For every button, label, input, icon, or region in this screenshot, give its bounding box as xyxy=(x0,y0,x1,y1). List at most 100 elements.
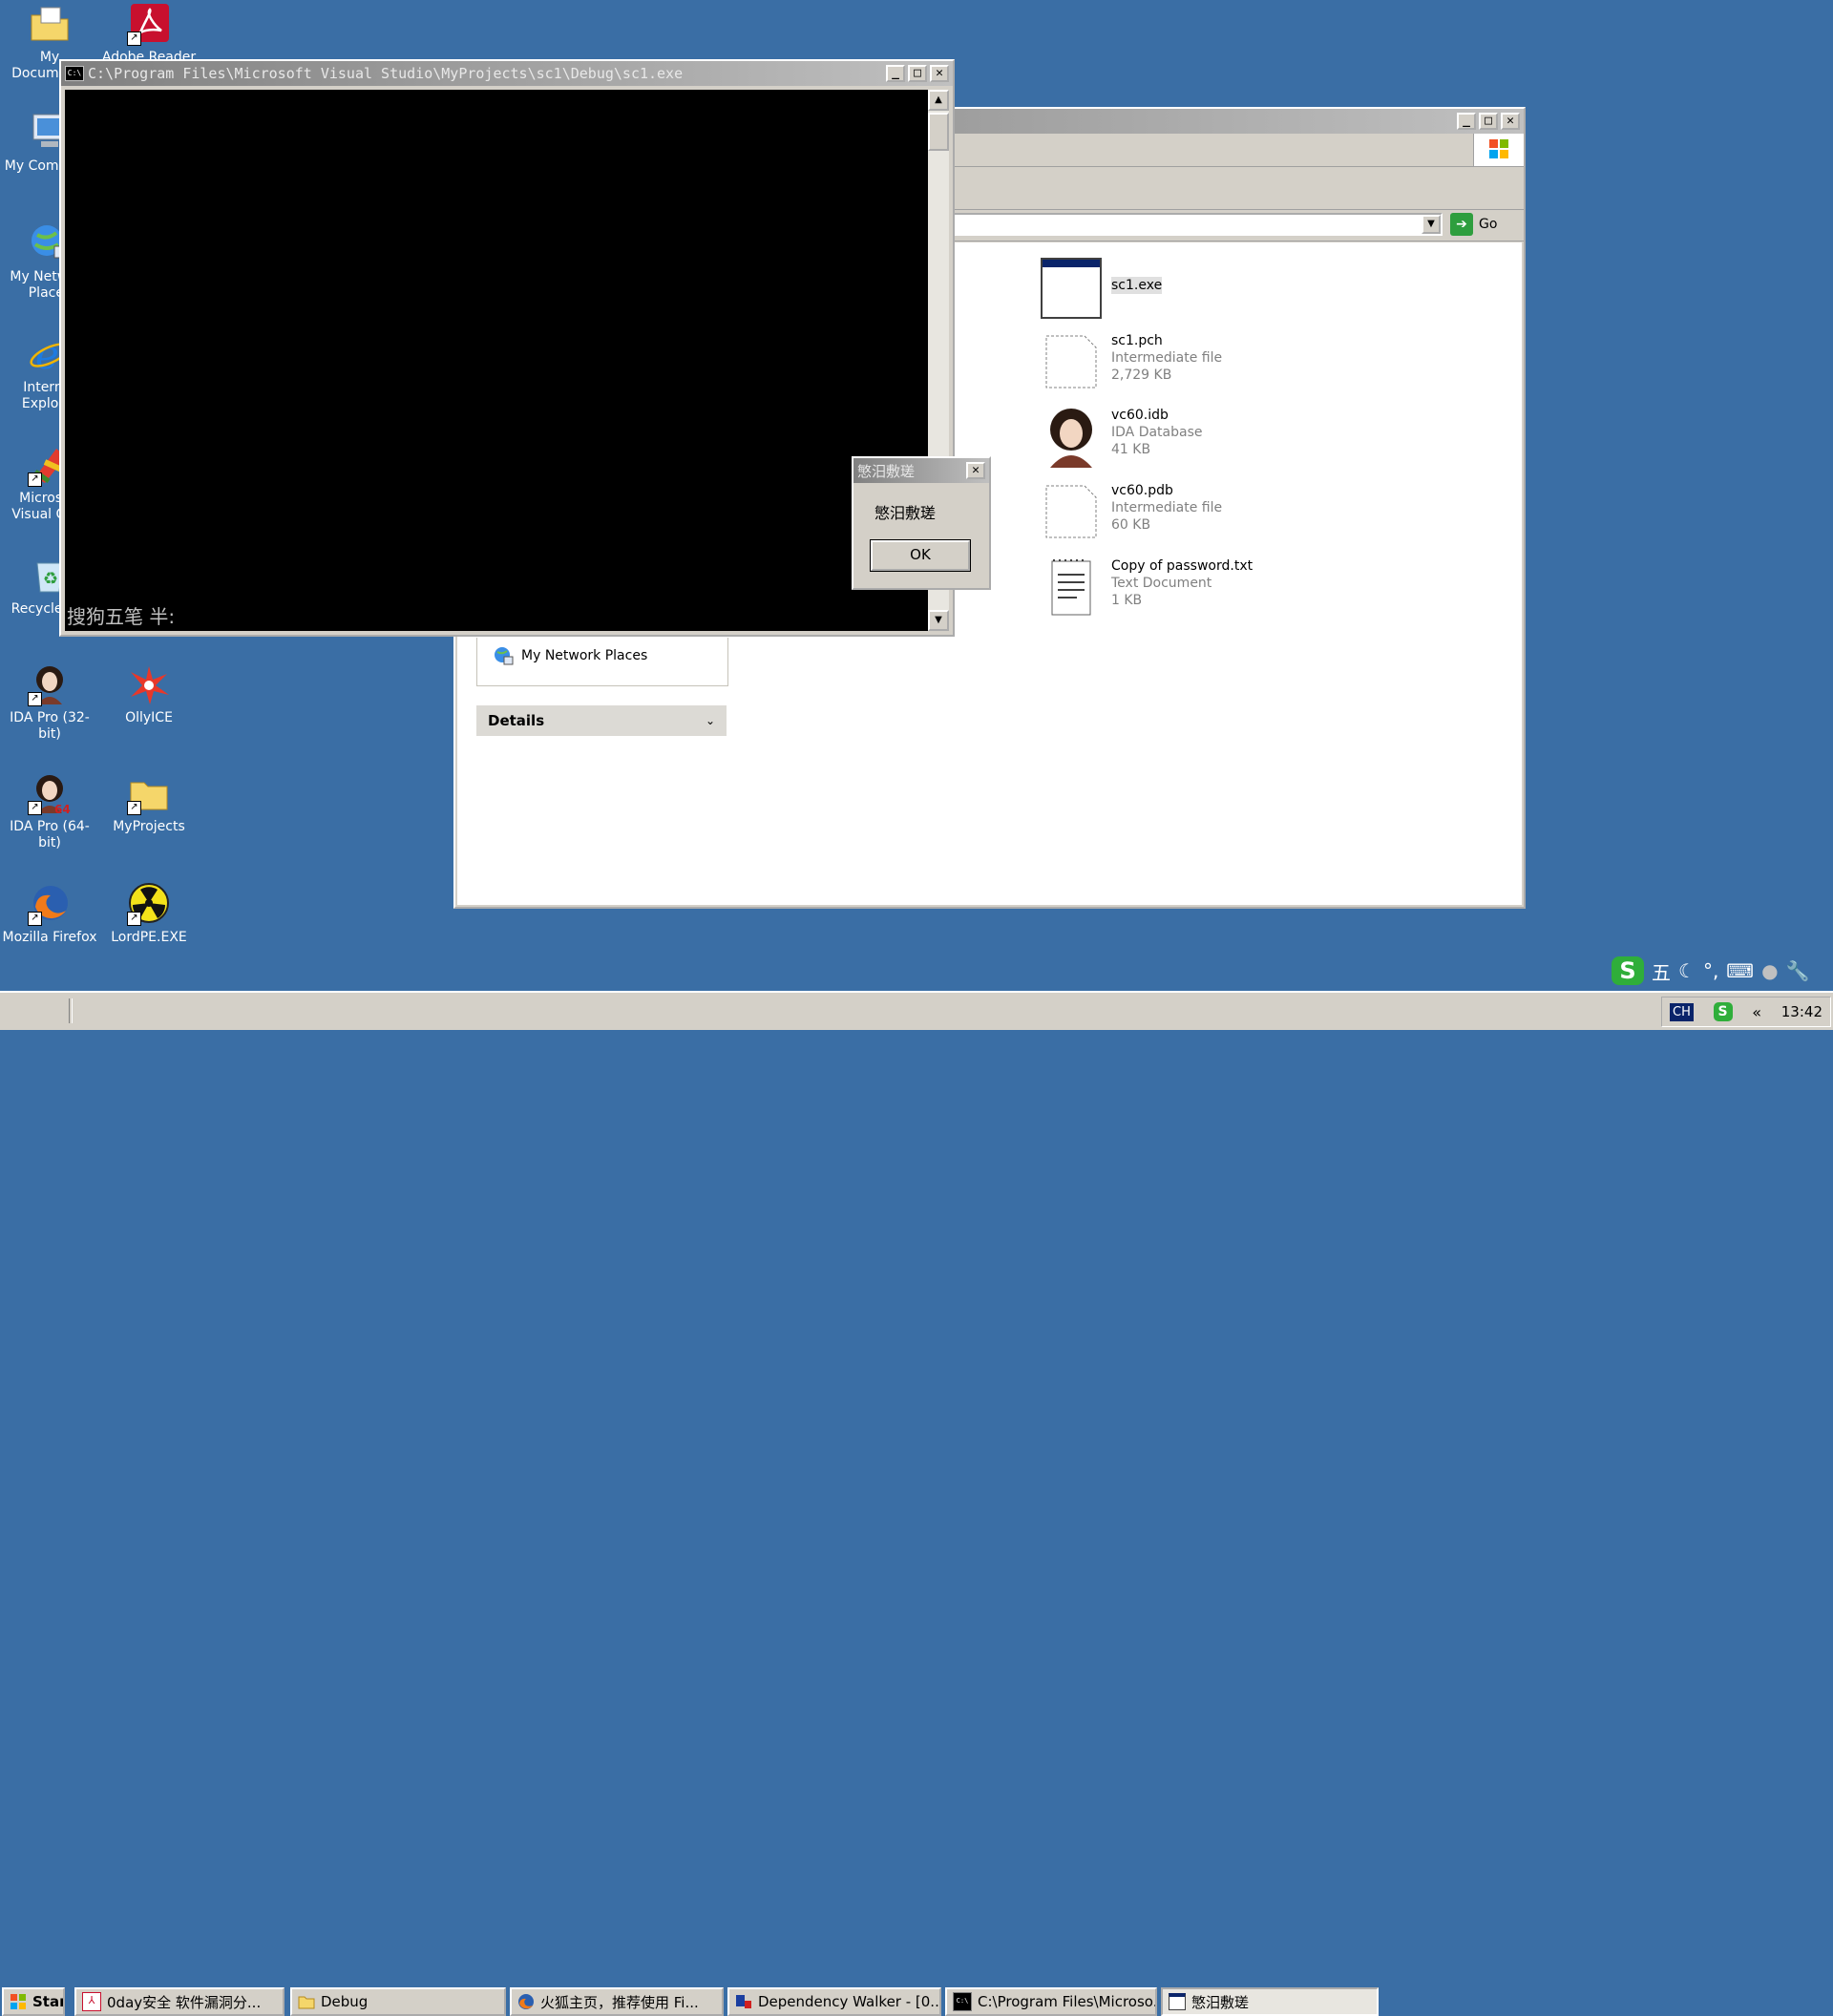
sidebar-link-network[interactable]: My Network Places xyxy=(477,638,727,674)
firefox-icon xyxy=(517,1993,535,2010)
task-label: 0day安全 软件漏洞分... xyxy=(107,1993,262,2011)
desktop-icon-ollyice[interactable]: OllyICE xyxy=(99,662,199,726)
file-item-vc60-idb[interactable]: vc60.idb IDA Database 41 KB xyxy=(1041,407,1203,468)
file-size: 1 KB xyxy=(1111,593,1143,608)
taskbar-divider xyxy=(69,998,73,1023)
task-label: 火狐主页，推荐使用 Fi... xyxy=(540,1993,699,2011)
wrench-icon[interactable]: 🔧 xyxy=(1786,959,1810,982)
radiation-icon: ↗ xyxy=(127,882,171,926)
task-label: Debug xyxy=(321,1993,369,2010)
punctuation-icon[interactable]: °, xyxy=(1703,959,1718,982)
svg-text:♻: ♻ xyxy=(43,569,58,589)
console-output[interactable]: 搜狗五笔 半: xyxy=(65,90,928,631)
address-dropdown-icon[interactable]: ▼ xyxy=(1422,215,1441,234)
sidebar-link-label: My Network Places xyxy=(521,648,648,663)
message-dialog[interactable]: 慜汨敷瑳 ✕ 慜汨敷瑳 OK xyxy=(852,456,991,590)
close-button[interactable]: ✕ xyxy=(966,462,985,479)
ime-status-line: 搜狗五笔 半: xyxy=(67,605,176,628)
ida-portrait-icon: ↗ xyxy=(28,662,72,706)
task-label: C:\Program Files\Microso... xyxy=(978,1993,1157,2010)
task-firefox[interactable]: 火狐主页，推荐使用 Fi... xyxy=(510,1987,724,2016)
file-name: vc60.idb xyxy=(1111,408,1169,423)
file-name: vc60.pdb xyxy=(1111,483,1173,498)
chevron-down-icon: ⌄ xyxy=(705,714,715,727)
desktop-icon-ida-64[interactable]: 64 ↗ IDA Pro (64-bit) xyxy=(0,771,99,851)
close-button[interactable]: ✕ xyxy=(1501,113,1520,130)
desktop-icon-lordpe[interactable]: ↗ LordPE.EXE xyxy=(99,882,199,946)
scroll-thumb[interactable] xyxy=(928,113,949,151)
ime-toolbar[interactable]: S 五 ☾ °, ⌨ ● 🔧 xyxy=(1612,955,1810,987)
file-item-sc1-exe[interactable]: sc1.exe xyxy=(1041,258,1163,319)
shortcut-arrow-icon: ↗ xyxy=(28,801,42,815)
console-window[interactable]: C:\ C:\Program Files\Microsoft Visual St… xyxy=(59,59,955,637)
moon-icon[interactable]: ☾ xyxy=(1678,959,1696,982)
language-indicator[interactable]: CH xyxy=(1670,1002,1694,1021)
console-app-icon: C:\ xyxy=(65,66,84,81)
desktop-icon-label: OllyICE xyxy=(125,710,173,725)
file-type: IDA Database xyxy=(1111,425,1203,440)
svg-text:e: e xyxy=(35,332,59,376)
ime-mode-label[interactable]: 五 xyxy=(1652,957,1671,985)
sogou-tray-icon[interactable]: S xyxy=(1713,1002,1733,1021)
file-name: sc1.pch xyxy=(1111,333,1163,348)
network-globe-icon xyxy=(493,645,514,666)
scroll-up-icon[interactable]: ▲ xyxy=(928,90,949,111)
task-label: Dependency Walker - [0... xyxy=(758,1993,941,2010)
taskbar: Start ⅄ 0day安全 软件漏洞分... Debug 火狐主页，推荐使用 … xyxy=(0,991,1833,2016)
window-icon xyxy=(1169,1993,1186,2010)
start-button[interactable]: Start xyxy=(2,1987,65,2016)
details-panel-header[interactable]: Details ⌄ xyxy=(476,705,727,736)
file-item-vc60-pdb[interactable]: vc60.pdb Intermediate file 60 KB xyxy=(1041,482,1222,543)
other-places-panel: My Network Places xyxy=(476,638,728,686)
go-arrow-icon: ➔ xyxy=(1450,213,1473,236)
windows-logo-icon xyxy=(10,1993,27,2010)
console-title: C:\Program Files\Microsoft Visual Studio… xyxy=(88,65,684,82)
minimize-button[interactable]: _ xyxy=(1457,113,1476,130)
dialog-title: 慜汨敷瑳 xyxy=(857,462,916,480)
file-size: 41 KB xyxy=(1111,442,1151,457)
ok-button[interactable]: OK xyxy=(870,539,971,572)
task-message-dialog[interactable]: 慜汨敷瑳 xyxy=(1161,1987,1379,2016)
shortcut-arrow-icon: ↗ xyxy=(127,32,141,46)
console-titlebar[interactable]: C:\ C:\Program Files\Microsoft Visual St… xyxy=(61,61,953,86)
desktop-icon-firefox[interactable]: ↗ Mozilla Firefox xyxy=(0,882,99,946)
task-console[interactable]: C:\ C:\Program Files\Microso... xyxy=(945,1987,1157,2016)
file-type: Intermediate file xyxy=(1111,350,1223,366)
task-debug-folder[interactable]: Debug xyxy=(290,1987,506,2016)
generic-file-icon xyxy=(1041,482,1102,543)
file-item-sc1-pch[interactable]: sc1.pch Intermediate file 2,729 KB xyxy=(1041,332,1222,393)
ida-portrait-icon xyxy=(1041,407,1102,468)
desktop-icon-adobe-reader[interactable]: ↗ Adobe Reader xyxy=(99,2,199,66)
shortcut-arrow-icon: ↗ xyxy=(127,801,141,815)
user-icon[interactable]: ● xyxy=(1761,959,1778,982)
desktop-icon-label: MyProjects xyxy=(113,819,185,834)
go-button[interactable]: ➔ Go xyxy=(1450,213,1497,236)
file-type: Intermediate file xyxy=(1111,500,1223,515)
folder-icon: ↗ xyxy=(127,771,171,815)
firefox-icon: ↗ xyxy=(28,882,72,926)
folder-documents-icon xyxy=(28,2,72,46)
desktop-icon-ida-32[interactable]: ↗ IDA Pro (32-bit) xyxy=(0,662,99,743)
tray-expand-icon[interactable]: « xyxy=(1752,1003,1761,1021)
task-pdf-book[interactable]: ⅄ 0day安全 软件漏洞分... xyxy=(74,1987,284,2016)
shortcut-arrow-icon: ↗ xyxy=(28,472,42,487)
scroll-down-icon[interactable]: ▼ xyxy=(928,610,949,631)
notepad-icon xyxy=(1041,557,1102,619)
file-item-password-txt[interactable]: Copy of password.txt Text Document 1 KB xyxy=(1041,557,1253,619)
ida-portrait-icon: 64 ↗ xyxy=(28,771,72,816)
keyboard-icon[interactable]: ⌨ xyxy=(1726,959,1754,982)
file-size: 2,729 KB xyxy=(1111,368,1172,383)
task-dependency-walker[interactable]: Dependency Walker - [0... xyxy=(727,1987,941,2016)
file-name: sc1.exe xyxy=(1111,277,1163,294)
desktop-icon-myprojects[interactable]: ↗ MyProjects xyxy=(99,771,199,835)
minimize-button[interactable]: _ xyxy=(886,65,905,82)
dialog-titlebar[interactable]: 慜汨敷瑳 ✕ xyxy=(853,458,989,483)
adobe-reader-icon: ↗ xyxy=(127,2,171,46)
close-button[interactable]: ✕ xyxy=(930,65,949,82)
pdf-icon: ⅄ xyxy=(82,1992,101,2011)
maximize-button[interactable]: □ xyxy=(1479,113,1498,130)
clock[interactable]: 13:42 xyxy=(1781,1003,1822,1020)
desktop-icon-label: Mozilla Firefox xyxy=(2,930,97,945)
shortcut-arrow-icon: ↗ xyxy=(28,692,42,706)
maximize-button[interactable]: □ xyxy=(908,65,927,82)
